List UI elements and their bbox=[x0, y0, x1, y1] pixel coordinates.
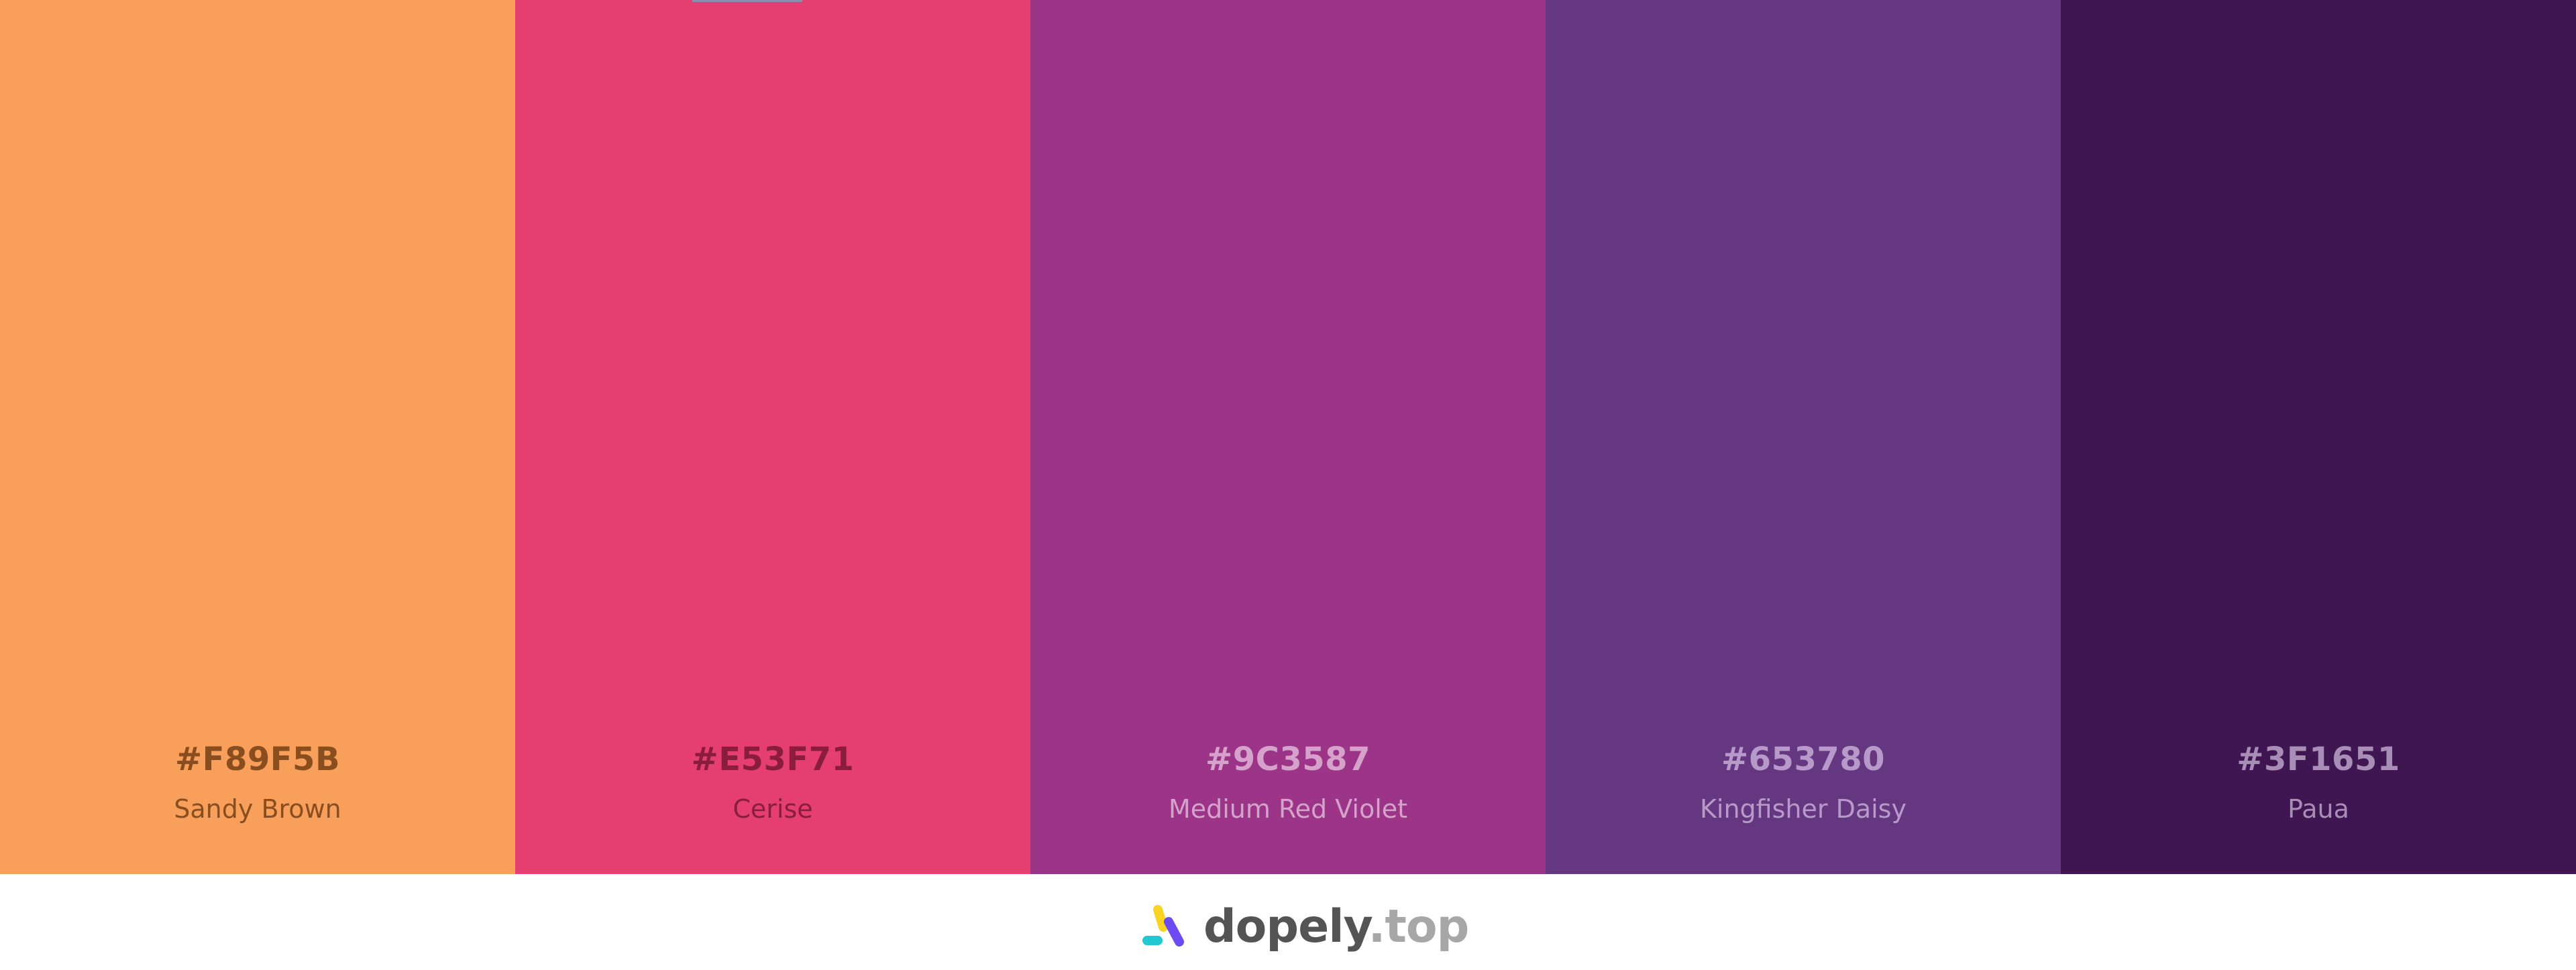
swatch-hex-code: #9C3587 bbox=[1205, 741, 1371, 778]
swatch-color-name: Sandy Brown bbox=[174, 794, 341, 824]
swatch-color-name: Medium Red Violet bbox=[1168, 794, 1408, 824]
color-swatch-1[interactable]: #F89F5B Sandy Brown bbox=[0, 0, 515, 874]
color-swatch-5[interactable]: #3F1651 Paua bbox=[2061, 0, 2576, 874]
color-swatch-3[interactable]: #9C3587 Medium Red Violet bbox=[1030, 0, 1546, 874]
swatch-hex-code: #653780 bbox=[1721, 741, 1886, 778]
brand-tld: .top bbox=[1368, 900, 1470, 953]
swatch-color-name: Paua bbox=[2288, 794, 2349, 824]
brand-name: dopely bbox=[1203, 900, 1369, 953]
dopely-logo-icon bbox=[1142, 905, 1184, 947]
swatch-color-name: Kingfisher Daisy bbox=[1700, 794, 1907, 824]
color-swatch-2[interactable]: #E53F71 Cerise bbox=[515, 0, 1030, 874]
swatch-color-name: Cerise bbox=[733, 794, 813, 824]
color-swatch-4[interactable]: #653780 Kingfisher Daisy bbox=[1546, 0, 2061, 874]
brand-logo[interactable]: dopely.top bbox=[1140, 900, 1470, 953]
brand-wordmark: dopely.top bbox=[1203, 900, 1470, 953]
swatch-hex-code: #E53F71 bbox=[691, 741, 855, 778]
color-palette: #F89F5B Sandy Brown #E53F71 Cerise #9C35… bbox=[0, 0, 2576, 874]
swatch-hex-code: #F89F5B bbox=[174, 741, 341, 778]
top-edge-marker bbox=[692, 0, 802, 2]
footer: dopely.top bbox=[0, 874, 2576, 970]
swatch-hex-code: #3F1651 bbox=[2237, 741, 2400, 778]
